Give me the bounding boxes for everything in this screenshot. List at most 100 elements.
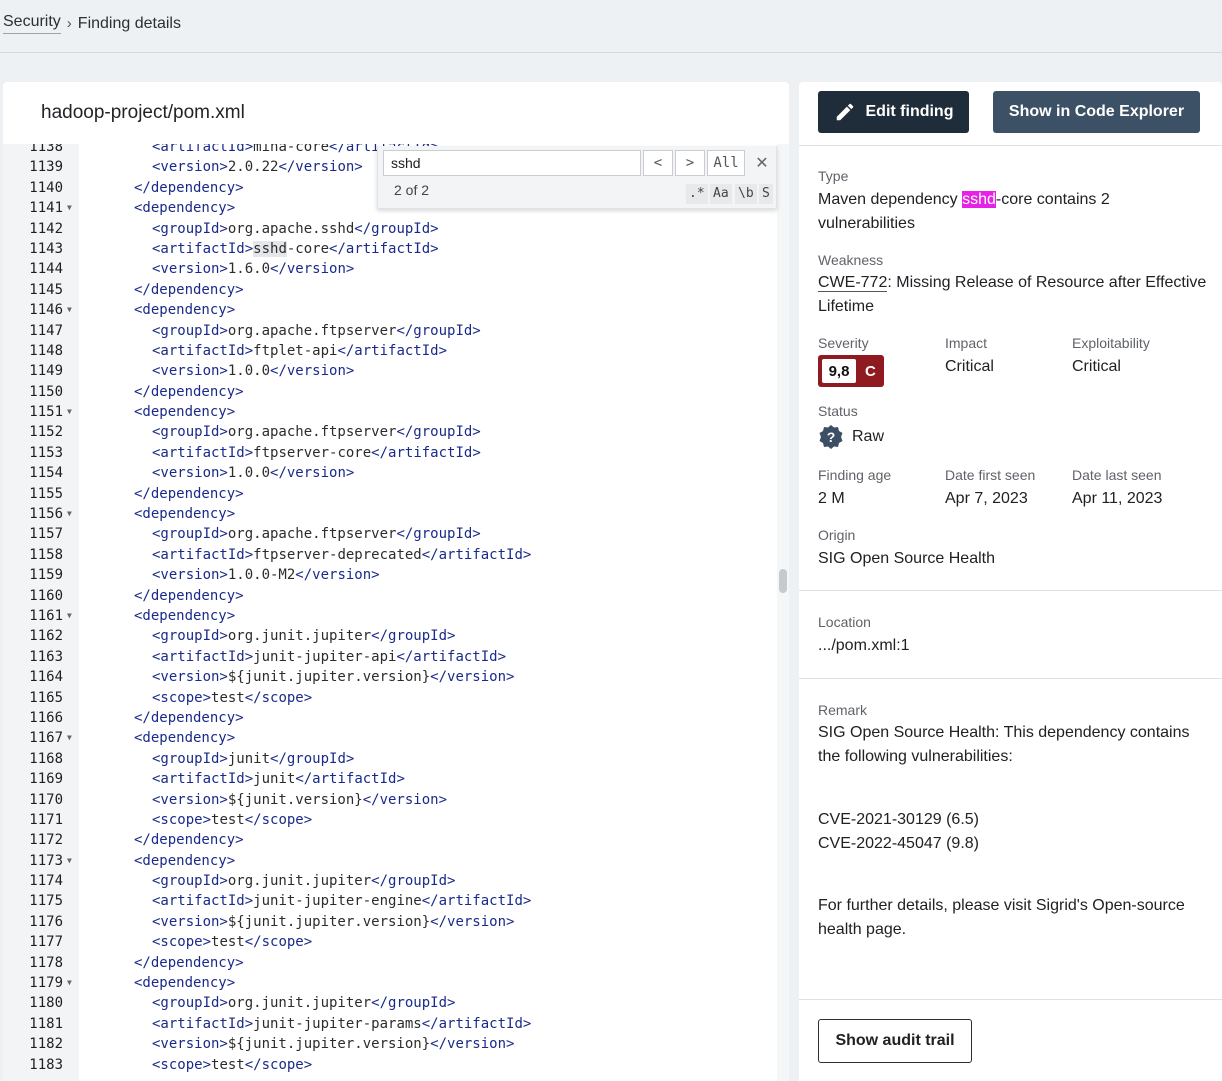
fold-chevron-icon[interactable]: ▼	[67, 851, 72, 871]
find-case-toggle[interactable]: Aa	[710, 184, 732, 204]
code-line: 1177 <scope>test</scope>	[3, 932, 777, 952]
code-line: 1164 <version>${junit.jupiter.version}</v…	[3, 667, 777, 687]
xml-text: ftpserver-deprecated	[253, 546, 422, 563]
line-number: 1167	[29, 730, 63, 747]
xml-tag: </version>	[295, 567, 380, 584]
xml-text: mina-core	[253, 144, 330, 155]
breadcrumb-security-link[interactable]: Security	[3, 13, 61, 34]
type-label: Type	[818, 168, 849, 184]
code-text: <groupId>org.junit.jupiter</groupId>	[152, 626, 455, 646]
line-number: 1169	[29, 771, 63, 788]
find-regex-toggle[interactable]: .*	[686, 184, 708, 204]
xml-tag: </groupId>	[354, 220, 439, 237]
find-widget: < > All ✕ 2 of 2 .* Aa \b S	[377, 146, 777, 209]
code-text: <dependency>	[134, 728, 235, 748]
remark-label: Remark	[818, 702, 868, 718]
xml-text: 2.0.22	[227, 159, 279, 176]
code-line: 1150 </dependency>	[3, 382, 777, 402]
code-line: 1165 <scope>test</scope>	[3, 688, 777, 708]
code-line: 1180 <groupId>org.junit.jupiter</groupId>	[3, 993, 777, 1013]
show-in-code-explorer-button[interactable]: Show in Code Explorer	[993, 91, 1200, 133]
code-text: <version>1.0.0-M2</version>	[152, 565, 380, 585]
code-text: <dependency>	[134, 973, 235, 993]
code-text: <artifactId>junit-jupiter-params</artifa…	[152, 1014, 531, 1034]
xml-tag: <version>	[152, 669, 228, 686]
location-label: Location	[818, 614, 871, 630]
xml-tag: <version>	[152, 1036, 228, 1053]
type-prefix: Maven dependency	[818, 191, 963, 208]
fold-chevron-icon[interactable]: ▼	[67, 402, 72, 422]
code-line: 1154 <version>1.0.0</version>	[3, 463, 777, 483]
weakness-value: CWE-772: Missing Release of Resource aft…	[818, 271, 1208, 319]
xml-tag: </scope>	[244, 811, 313, 828]
xml-tag: <dependency>	[134, 607, 236, 624]
breadcrumb-separator-icon: ›	[66, 15, 72, 32]
line-number: 1149	[29, 363, 63, 380]
xml-tag: <artifactId>	[152, 444, 254, 461]
find-input[interactable]	[383, 150, 641, 176]
line-number: 1181	[29, 1015, 63, 1032]
code-line: 1175 <artifactId>junit-jupiter-engine</ar…	[3, 891, 777, 911]
xml-tag: </scope>	[244, 689, 313, 706]
find-word-toggle[interactable]: \b	[735, 184, 757, 204]
code-text: </dependency>	[134, 178, 244, 198]
fold-chevron-icon[interactable]: ▼	[67, 198, 72, 218]
editor-scrollbar-thumb[interactable]	[779, 569, 787, 593]
xml-text: test	[211, 811, 245, 828]
find-selection-toggle[interactable]: S	[759, 184, 773, 204]
xml-tag: </groupId>	[396, 322, 481, 339]
xml-tag: </groupId>	[396, 424, 481, 441]
xml-text: 1.0.0	[227, 465, 271, 482]
find-next-button[interactable]: >	[675, 150, 705, 176]
xml-tag: <version>	[152, 913, 228, 930]
code-line: 1142 <groupId>org.apache.sshd</groupId>	[3, 219, 777, 239]
edit-finding-button[interactable]: Edit finding	[818, 91, 969, 133]
origin-label: Origin	[818, 527, 856, 543]
xml-text: -core	[286, 240, 330, 257]
code-line: 1146 ▼ <dependency>	[3, 300, 777, 320]
fold-chevron-icon[interactable]: ▼	[67, 973, 72, 993]
fold-chevron-icon[interactable]: ▼	[67, 728, 72, 748]
code-text: <artifactId>junit-jupiter-engine</artifa…	[152, 891, 531, 911]
code-editor[interactable]: 1138<artifactId>mina-core</artifactId>11…	[3, 144, 777, 1081]
line-number: 1177	[29, 934, 63, 951]
type-value: Maven dependency sshd-core contains 2 vu…	[818, 188, 1208, 236]
xml-tag: </artifactId>	[337, 342, 448, 359]
code-line: 1143 <artifactId>sshd-core</artifactId>	[3, 239, 777, 259]
code-line: 1166 </dependency>	[3, 708, 777, 728]
close-icon[interactable]: ✕	[752, 150, 772, 176]
find-all-button[interactable]: All	[707, 150, 745, 176]
find-previous-button[interactable]: <	[643, 150, 673, 176]
status-row: ? Raw	[818, 424, 884, 450]
fold-chevron-icon[interactable]: ▼	[67, 606, 72, 626]
xml-tag: <groupId>	[152, 628, 228, 645]
xml-text: org.apache.ftpserver	[227, 526, 397, 543]
xml-text: org.apache.ftpserver	[227, 424, 397, 441]
cwe-link[interactable]: CWE-772	[818, 274, 888, 292]
xml-tag: </version>	[270, 363, 355, 380]
line-number: 1150	[29, 383, 63, 400]
xml-text: junit	[227, 750, 271, 767]
line-number: 1183	[29, 1056, 63, 1073]
code-line: 1160 </dependency>	[3, 586, 777, 606]
code-text: <dependency>	[134, 504, 235, 524]
xml-text: ${junit.jupiter.version}	[227, 1036, 431, 1053]
xml-text: 1.0.0	[227, 363, 271, 380]
fold-chevron-icon[interactable]: ▼	[67, 300, 72, 320]
show-audit-trail-button[interactable]: Show audit trail	[818, 1019, 972, 1063]
divider	[799, 590, 1222, 591]
fold-chevron-icon[interactable]: ▼	[67, 504, 72, 524]
code-line: 1174 <groupId>org.junit.jupiter</groupId>	[3, 871, 777, 891]
code-line: 1182 <version>${junit.jupiter.version}</v…	[3, 1034, 777, 1054]
line-number: 1166	[29, 709, 63, 726]
exploitability-label: Exploitability	[1072, 335, 1150, 351]
editor-scrollbar[interactable]	[777, 144, 789, 1081]
code-line: 1163 <artifactId>junit-jupiter-api</artif…	[3, 647, 777, 667]
xml-tag: <groupId>	[152, 995, 228, 1012]
line-number: 1141	[29, 200, 63, 217]
code-line: 1157 <groupId>org.apache.ftpserver</group…	[3, 524, 777, 544]
xml-text: ${junit.jupiter.version}	[227, 669, 431, 686]
code-text: <artifactId>sshd-core</artifactId>	[152, 239, 439, 259]
code-line: 1153 <artifactId>ftpserver-core</artifact…	[3, 443, 777, 463]
impact-label: Impact	[945, 335, 988, 351]
